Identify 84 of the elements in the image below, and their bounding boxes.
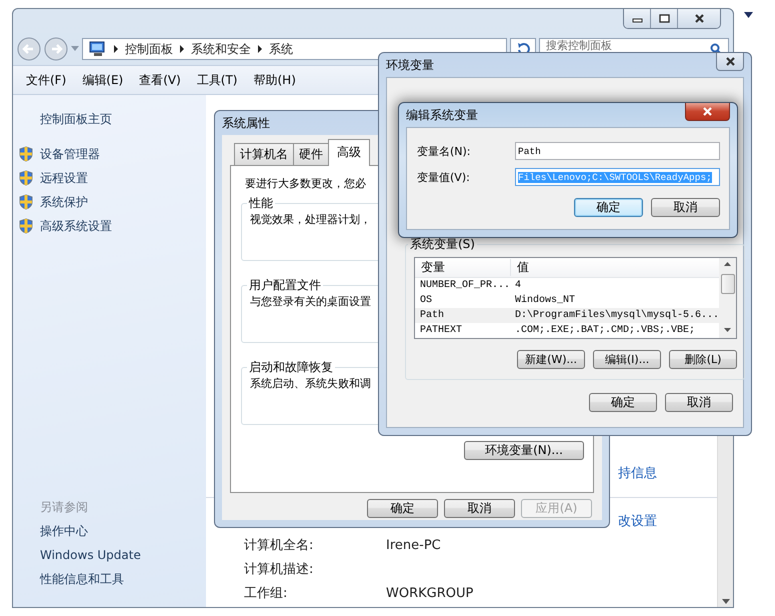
environment-variables-button[interactable]: 环境变量(N)... <box>464 441 584 460</box>
group-text: 系统启动、系统失败和调 <box>250 376 371 391</box>
intro-text: 要进行大多数更改，您必 <box>245 176 366 191</box>
maximize-button[interactable] <box>651 9 678 28</box>
column-header[interactable]: 变量 <box>415 259 510 276</box>
group-title: 用户配置文件 <box>248 277 322 294</box>
dropdown-arrow-icon[interactable] <box>744 12 753 18</box>
menu-item[interactable]: 帮助(H) <box>246 70 303 90</box>
breadcrumb-item[interactable]: 系统 <box>269 40 293 58</box>
group-text: 与您登录有关的桌面设置 <box>250 294 371 309</box>
sidebar-link[interactable]: 设备管理器 <box>40 142 100 166</box>
edit-button[interactable]: 编辑(I)... <box>593 350 662 369</box>
sidebar-link[interactable]: 操作中心 <box>13 519 206 543</box>
variable-value: Windows_NT <box>514 295 576 306</box>
close-button[interactable] <box>685 103 730 121</box>
breadcrumb-item[interactable]: 控制面板 <box>125 40 173 58</box>
cancel-button[interactable]: 取消 <box>665 393 733 412</box>
variable-value: .COM;.EXE;.BAT;.CMD;.VBS;.VBE; <box>514 325 696 336</box>
scrollbar[interactable] <box>719 258 736 338</box>
variable-name: PATHEXT <box>419 325 464 336</box>
scrollbar-thumb[interactable] <box>720 274 735 294</box>
shield-icon <box>19 170 33 186</box>
dialog-title: 系统属性 <box>222 114 270 132</box>
list-row[interactable]: PATHEXT .COM;.EXE;.BAT;.CMD;.VBS;.VBE; <box>415 323 720 338</box>
change-settings-link[interactable]: 改设置 <box>618 512 657 530</box>
list-row[interactable]: Path D:\ProgramFiles\mysql\mysql-5.6... <box>415 308 720 323</box>
sidebar-link[interactable]: 高级系统设置 <box>40 214 112 238</box>
menu-item[interactable]: 工具(T) <box>190 70 244 90</box>
delete-button[interactable]: 删除(L) <box>669 350 738 369</box>
minimize-button[interactable] <box>624 9 651 28</box>
group-title: 启动和故障恢复 <box>248 359 334 376</box>
scroll-down-icon <box>722 599 730 604</box>
scroll-up-icon <box>724 262 732 266</box>
variable-name: NUMBER_OF_PR... <box>419 280 510 291</box>
dialog-title: 编辑系统变量 <box>406 106 478 124</box>
cancel-button[interactable]: 取消 <box>651 198 720 217</box>
sidebar-link[interactable]: 性能信息和工具 <box>13 567 206 591</box>
sidebar-link[interactable]: 系统保护 <box>40 190 88 214</box>
tab[interactable]: 计算机名 <box>234 143 294 165</box>
detail-label: 计算机描述: <box>244 561 314 578</box>
field-label: 变量名(N): <box>417 144 472 158</box>
detail-value: Irene-PC <box>386 538 442 552</box>
menu-item[interactable]: 查看(V) <box>132 70 188 90</box>
shield-icon <box>19 194 33 210</box>
field-label: 变量值(V): <box>417 170 471 184</box>
close-button[interactable] <box>678 9 720 28</box>
list-row[interactable]: OS Windows_NT <box>415 293 720 308</box>
menu-item[interactable]: 编辑(E) <box>75 70 130 90</box>
scroll-down-icon <box>724 328 732 332</box>
sidebar-link[interactable]: 远程设置 <box>40 166 88 190</box>
close-button[interactable] <box>716 53 744 71</box>
menu-item[interactable]: 文件(F) <box>19 70 74 90</box>
sidebar-link[interactable]: 控制面板主页 <box>13 107 206 131</box>
new-button[interactable]: 新建(W)... <box>517 350 586 369</box>
breadcrumb-item[interactable]: 系统和安全 <box>191 40 251 58</box>
group-title: 性能 <box>248 195 274 212</box>
input-field[interactable]: Path <box>515 142 720 160</box>
tab[interactable]: 高级 <box>328 139 370 166</box>
back-button[interactable] <box>17 37 41 61</box>
computer-icon <box>89 41 107 57</box>
tab[interactable]: 硬件 <box>293 143 329 165</box>
search-placeholder: 搜索控制面板 <box>546 40 612 52</box>
variable-value: D:\ProgramFiles\mysql\mysql-5.6... <box>514 310 720 321</box>
variable-list[interactable]: 变量 值 NUMBER_OF_PR... 4 OS Windows_NT Path D:\ProgramFiles\mysql\mysql-5.6... PATHEXT .COM;.EXE;.BAT;.CMD;.VBS;.VBE; <box>414 257 738 339</box>
detail-label: 工作组: <box>244 585 288 602</box>
detail-value: WORKGROUP <box>386 586 474 600</box>
group-text: 视觉效果，处理器计划， <box>250 212 371 227</box>
detail-label: 计算机全名: <box>244 537 314 554</box>
ok-button[interactable]: 确定 <box>367 499 438 518</box>
shield-icon <box>19 218 33 234</box>
support-link[interactable]: 持信息 <box>618 464 657 482</box>
list-row[interactable]: NUMBER_OF_PR... 4 <box>415 278 720 293</box>
variable-name: Path <box>419 310 446 321</box>
cancel-button[interactable]: 取消 <box>444 499 515 518</box>
section-heading: 另请参阅 <box>39 499 89 516</box>
maximize-icon <box>658 14 670 23</box>
forward-button[interactable] <box>44 37 68 61</box>
group-title: 系统变量(S) <box>409 236 476 253</box>
ok-button[interactable]: 确定 <box>589 393 657 412</box>
ok-button[interactable]: 确定 <box>574 198 643 217</box>
variable-name: OS <box>419 295 434 306</box>
shield-icon <box>19 146 33 162</box>
variable-value: 4 <box>514 280 522 291</box>
sidebar-link[interactable]: Windows Update <box>13 543 206 567</box>
